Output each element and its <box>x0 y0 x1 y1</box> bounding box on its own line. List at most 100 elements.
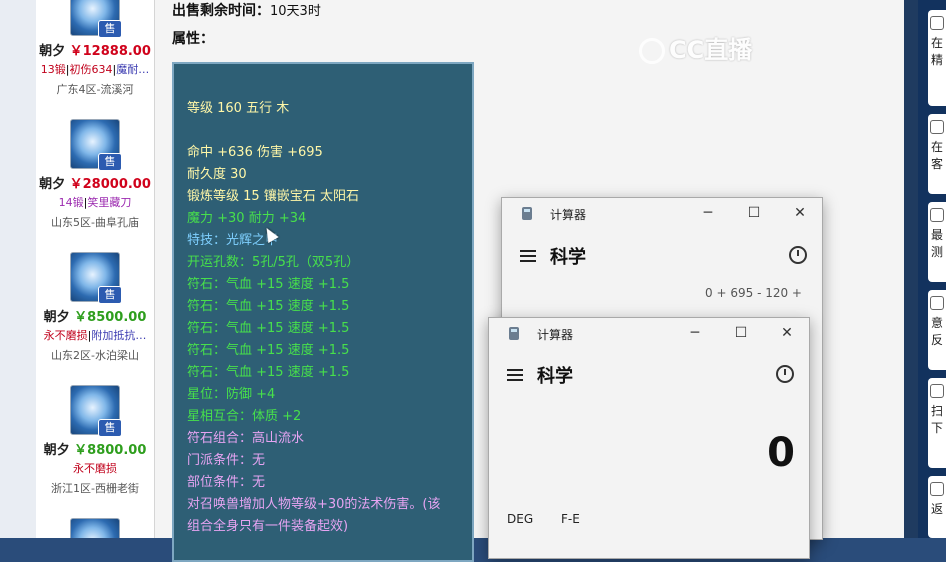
item-attributes: 13锻|初伤634|魔耐… <box>36 61 154 77</box>
price-line: 朝夕 ￥8500.00 <box>36 306 154 325</box>
sale-time: 出售剩余时间：10天3时 <box>172 0 321 20</box>
tool-icon <box>930 296 944 310</box>
hamburger-menu-icon[interactable] <box>507 369 523 381</box>
tool-icon <box>930 384 944 398</box>
attr-line: 星相互合：体质 +2 <box>187 409 302 424</box>
price: ￥12888.00 <box>69 44 151 59</box>
title-bar[interactable]: 计算器 ─ ☐ ✕ <box>489 318 809 350</box>
server-name: 朝夕 <box>39 44 66 59</box>
tool-icon <box>930 16 944 30</box>
attr-line: 对召唤兽增加人物等级+30的法术伤害。(该 <box>187 497 441 512</box>
side-tool-item[interactable]: 意反 <box>928 290 946 370</box>
result-display: 0 <box>767 430 795 476</box>
side-tool-label: 意反 <box>930 316 943 347</box>
side-tool-item[interactable]: 返 <box>928 476 946 538</box>
list-item[interactable]: 售 朝夕 ￥12888.00 13锻|初伤634|魔耐… 广东4区-流溪河 <box>36 0 154 97</box>
attr-line: 组合全身只有一件装备起效) <box>187 519 349 534</box>
sell-badge: 售 <box>98 153 122 171</box>
title-bar[interactable]: 计算器 ─ ☐ ✕ <box>502 198 822 230</box>
minimize-button[interactable]: ─ <box>681 322 709 344</box>
sell-badge: 售 <box>98 419 122 437</box>
attr-line: 门派条件：无 <box>187 453 266 468</box>
server-name: 朝夕 <box>43 443 70 458</box>
sell-badge: 售 <box>98 20 122 38</box>
side-tool-label: 扫下 <box>930 404 943 435</box>
price: ￥28000.00 <box>69 177 151 192</box>
side-tool-label: 最测 <box>930 228 943 259</box>
list-item[interactable] <box>36 518 154 538</box>
calculator-mode: 科学 <box>550 247 586 268</box>
server-location: 广东4区-流溪河 <box>56 83 134 96</box>
expression-display: 0 + 695 - 120 + <box>705 286 802 300</box>
list-item[interactable]: 售 朝夕 ￥8800.00 永不磨损 浙江1区-西栅老街 <box>36 385 154 496</box>
attributes-panel: 等级 160 五行 木 命中 +636 伤害 +695 耐久度 30 锻炼等级 … <box>172 62 474 562</box>
sale-time-label: 出售剩余时间： <box>172 3 270 19</box>
history-icon[interactable] <box>776 365 794 383</box>
side-tool-item[interactable]: 最测 <box>928 202 946 282</box>
attr-line: 星位：防御 +4 <box>187 387 276 402</box>
attr-tag: 魔耐… <box>116 63 150 76</box>
attr-line: 开运孔数：5孔/5孔（双5孔） <box>187 255 360 270</box>
hamburger-menu-icon[interactable] <box>520 250 536 262</box>
attr-tag: 永不磨损 <box>43 329 88 342</box>
attr-tag: 笑里藏刀 <box>87 196 132 209</box>
equipment-thumbnail[interactable]: 售 <box>70 252 122 304</box>
attr-tag: 附加抵抗… <box>91 329 147 342</box>
equipment-thumbnail[interactable]: 售 <box>70 0 122 38</box>
close-button[interactable]: ✕ <box>773 322 801 344</box>
fe-button[interactable]: F-E <box>561 512 580 526</box>
equipment-thumbnail[interactable] <box>70 518 120 538</box>
attr-line: 符石：气血 +15 速度 +1.5 <box>187 365 350 380</box>
attr-tag: 13锻 <box>40 63 66 76</box>
close-button[interactable]: ✕ <box>786 202 814 224</box>
price: ￥8800.00 <box>74 443 147 458</box>
attr-line: 符石：气血 +15 速度 +1.5 <box>187 299 350 314</box>
server-location: 浙江1区-西栅老街 <box>51 482 139 495</box>
price-line: 朝夕 ￥28000.00 <box>36 173 154 192</box>
item-attributes: 永不磨损 <box>36 460 154 476</box>
equipment-thumbnail[interactable]: 售 <box>70 385 122 437</box>
history-icon[interactable] <box>789 246 807 264</box>
stream-watermark: CC直播 <box>639 30 752 65</box>
attr-line: 符石：气血 +15 速度 +1.5 <box>187 343 350 358</box>
calculator-mode: 科学 <box>537 366 573 387</box>
maximize-button[interactable]: ☐ <box>727 322 755 344</box>
page-scroll-edge <box>904 0 918 538</box>
attributes-label: 属性： <box>172 31 214 47</box>
side-tool-item[interactable]: 在客 <box>928 114 946 194</box>
calculator-window-front[interactable]: 计算器 ─ ☐ ✕ 科学 0 DEG F-E <box>488 317 810 559</box>
attr-line: 命中 +636 伤害 +695 <box>187 145 323 160</box>
side-tool-item[interactable]: 在精 <box>928 10 946 106</box>
angle-unit-button[interactable]: DEG <box>507 512 533 526</box>
side-tool-label: 在精 <box>930 36 943 67</box>
price: ￥8500.00 <box>74 310 147 325</box>
maximize-button[interactable]: ☐ <box>740 202 768 224</box>
minimize-button[interactable]: ─ <box>694 202 722 224</box>
list-item[interactable]: 售 朝夕 ￥8500.00 永不磨损|附加抵抗… 山东2区-水泊梁山 <box>36 252 154 363</box>
calculator-icon <box>522 207 532 220</box>
attr-line: 魔力 +30 耐力 +34 <box>187 211 307 226</box>
window-title: 计算器 <box>537 328 574 342</box>
window-title: 计算器 <box>550 208 587 222</box>
side-tool-label: 返 <box>930 502 943 516</box>
sell-badge: 售 <box>98 286 122 304</box>
tool-icon <box>930 482 944 496</box>
tool-icon <box>930 208 944 222</box>
attr-tag: 14锻 <box>58 196 84 209</box>
server-location: 山东2区-水泊梁山 <box>51 349 139 362</box>
tool-icon <box>930 120 944 134</box>
equipment-thumbnail[interactable]: 售 <box>70 119 122 171</box>
server-name: 朝夕 <box>39 177 66 192</box>
calculator-icon <box>509 327 519 340</box>
item-attributes: 永不磨损|附加抵抗… <box>36 327 154 343</box>
price-line: 朝夕 ￥12888.00 <box>36 40 154 59</box>
attr-line: 锻炼等级 15 镶嵌宝石 太阳石 <box>187 189 359 204</box>
left-strip <box>0 0 37 538</box>
side-tool-item[interactable]: 扫下 <box>928 378 946 468</box>
sale-time-value: 10天3时 <box>270 4 321 19</box>
price-line: 朝夕 ￥8800.00 <box>36 439 154 458</box>
list-item[interactable]: 售 朝夕 ￥28000.00 14锻|笑里藏刀 山东5区-曲阜孔庙 <box>36 119 154 230</box>
side-tool-panel: 在精 在客 最测 意反 扫下 返 <box>918 0 946 538</box>
side-tool-label: 在客 <box>930 140 943 171</box>
attr-line: 符石组合：高山流水 <box>187 431 305 446</box>
